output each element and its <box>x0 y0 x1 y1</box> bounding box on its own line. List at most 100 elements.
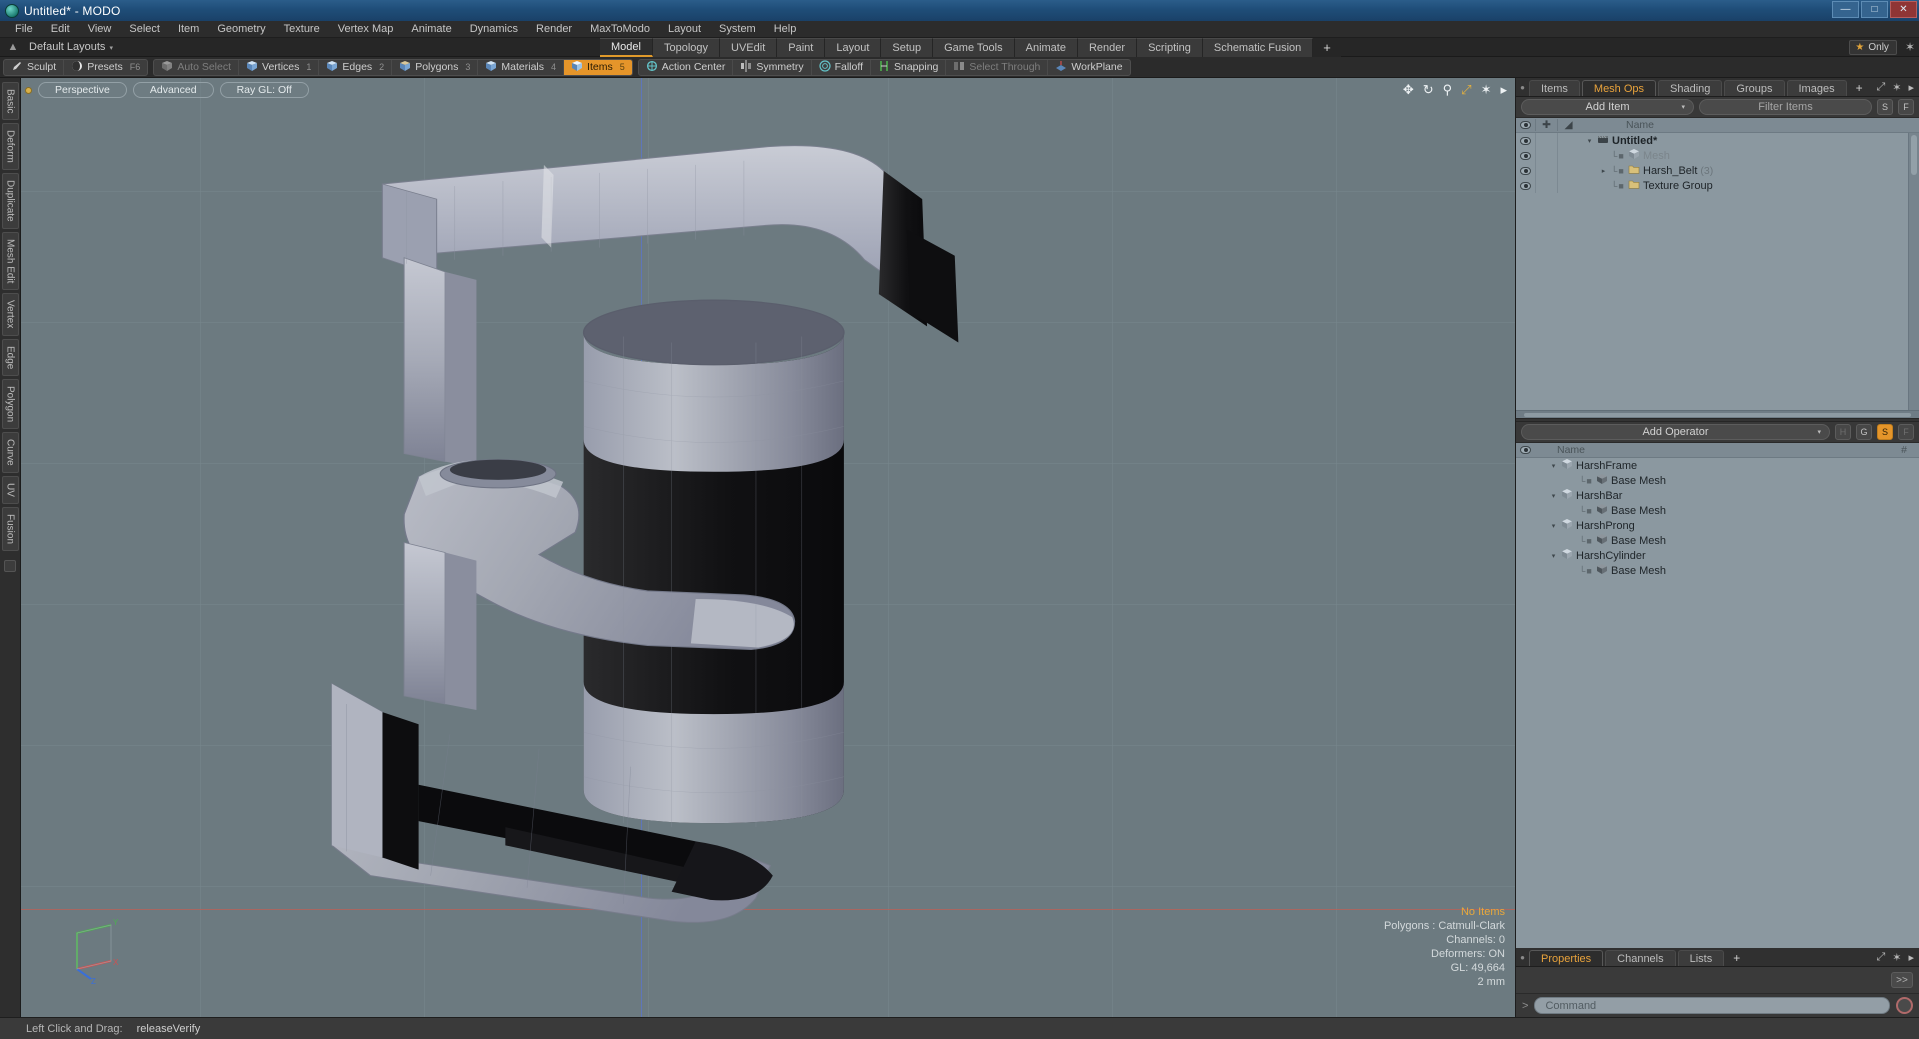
3d-viewport[interactable]: Perspective Advanced Ray GL: Off ✥ ↻ ⚲ ⤢… <box>21 78 1515 1017</box>
minimize-button[interactable]: — <box>1832 1 1859 18</box>
layout-tab-model[interactable]: Model <box>600 37 653 57</box>
menu-item-animate[interactable]: Animate <box>402 21 460 38</box>
mode-button-materials[interactable]: Materials 4 <box>478 59 565 75</box>
row-twisty-icon[interactable]: ▾ <box>1549 522 1558 530</box>
mesh-ops-tree-row[interactable]: ▾ HarshBar <box>1516 488 1919 503</box>
fit-icon[interactable]: ⤢ <box>1461 83 1471 96</box>
chevron-right-icon[interactable]: ▸ <box>1908 81 1914 94</box>
menu-item-texture[interactable]: Texture <box>275 21 329 38</box>
mode-button-polygons[interactable]: Polygons 3 <box>392 59 479 75</box>
close-button[interactable]: ✕ <box>1890 1 1917 18</box>
chevron-right-icon[interactable]: ▸ <box>1500 83 1507 96</box>
rotate-icon[interactable]: ↻ <box>1423 83 1434 96</box>
row-visibility-toggle[interactable] <box>1516 166 1535 175</box>
layout-tab-uvedit[interactable]: UVEdit <box>720 37 778 57</box>
tool-tab-polygon[interactable]: Polygon <box>1 379 19 430</box>
raygl-toggle-button[interactable]: Ray GL: Off <box>219 82 309 98</box>
menu-item-help[interactable]: Help <box>765 21 806 38</box>
items-tree-row[interactable]: ▸ └■ Harsh_Belt (3) <box>1516 163 1919 178</box>
items-s-button[interactable]: S <box>1877 99 1893 115</box>
items-tree[interactable]: ✚ ◢ Name ▾ Untitled* └■ Mesh ▸ └■ Harsh_Belt (3… <box>1516 118 1919 418</box>
mode-button-action-center[interactable]: Action Center <box>639 59 734 75</box>
row-twisty-icon[interactable]: ▾ <box>1549 552 1558 560</box>
add-operator-dropdown[interactable]: Add Operator ▾ <box>1521 424 1830 440</box>
mode-button-auto-select[interactable]: Auto Select <box>154 59 240 75</box>
panel-tab-shading[interactable]: Shading <box>1658 80 1723 96</box>
mode-button-falloff[interactable]: Falloff <box>812 59 871 75</box>
panel-tab-channels[interactable]: Channels <box>1605 950 1676 966</box>
panel-tab-properties[interactable]: Properties <box>1529 950 1604 966</box>
filter-items-input[interactable]: Filter Items <box>1699 99 1872 115</box>
shading-mode-button[interactable]: Advanced <box>132 82 214 98</box>
menu-item-geometry[interactable]: Geometry <box>208 21 274 38</box>
mode-button-edges[interactable]: Edges 2 <box>319 59 393 75</box>
layout-tab-paint[interactable]: Paint <box>777 37 826 57</box>
visibility-icon[interactable] <box>1520 181 1531 190</box>
panel-tab-images[interactable]: Images <box>1786 80 1847 96</box>
gear-icon[interactable]: ✶ <box>1481 83 1492 96</box>
items-vertical-scrollbar[interactable] <box>1908 133 1919 418</box>
default-layouts-menu[interactable]: Default Layouts ▾ <box>29 41 113 53</box>
items-tree-row[interactable]: └■ Texture Group <box>1516 178 1919 193</box>
panel-tab-mesh-ops[interactable]: Mesh Ops <box>1581 80 1657 96</box>
menu-item-render[interactable]: Render <box>527 21 581 38</box>
menu-item-view[interactable]: View <box>79 21 121 38</box>
tool-tab-deform[interactable]: Deform <box>1 123 19 171</box>
menu-item-edit[interactable]: Edit <box>42 21 79 38</box>
home-icon[interactable]: ▲ <box>5 41 21 53</box>
menu-item-layout[interactable]: Layout <box>659 21 710 38</box>
items-f-button[interactable]: F <box>1898 99 1914 115</box>
add-item-dropdown[interactable]: Add Item ▾ <box>1521 99 1694 115</box>
tool-tab-basic[interactable]: Basic <box>1 82 19 121</box>
tool-tab-vertex[interactable]: Vertex <box>1 293 19 336</box>
menu-item-file[interactable]: File <box>6 21 42 38</box>
meshops-f-button[interactable]: F <box>1898 424 1914 440</box>
tool-tab-fusion[interactable]: Fusion <box>1 506 19 551</box>
panel-tab-items[interactable]: Items <box>1529 80 1580 96</box>
menu-item-item[interactable]: Item <box>169 21 208 38</box>
mode-button-vertices[interactable]: Vertices 1 <box>239 59 320 75</box>
tool-tab-uv[interactable]: UV <box>1 475 19 504</box>
items-tree-row[interactable]: ▾ Untitled* <box>1516 133 1919 148</box>
visibility-icon[interactable] <box>1520 136 1531 145</box>
menu-item-dynamics[interactable]: Dynamics <box>461 21 527 38</box>
zoom-icon[interactable]: ⚲ <box>1443 83 1453 96</box>
meshops-g-button[interactable]: G <box>1856 424 1872 440</box>
panel-tab-lists[interactable]: Lists <box>1677 950 1725 966</box>
meshops-s-button[interactable]: S <box>1877 424 1893 440</box>
properties-collapse-button[interactable]: >> <box>1891 972 1913 988</box>
view-mode-button[interactable]: Perspective <box>38 82 127 98</box>
layout-tab-layout[interactable]: Layout <box>825 37 882 57</box>
row-visibility-toggle[interactable] <box>1516 136 1535 145</box>
mesh-ops-tree-row[interactable]: ▾ HarshCylinder <box>1516 548 1919 563</box>
layout-tab-scripting[interactable]: Scripting <box>1137 37 1203 57</box>
command-input[interactable]: Command <box>1534 997 1890 1014</box>
add-items-tab-button[interactable]: + <box>1849 80 1870 96</box>
items-horizontal-scrollbar[interactable] <box>1516 410 1919 418</box>
move-icon[interactable]: ✥ <box>1403 83 1414 96</box>
row-twisty-icon[interactable]: ▸ <box>1599 167 1608 175</box>
expand-icon[interactable]: ⤢ <box>1876 81 1885 94</box>
menu-item-vertex-map[interactable]: Vertex Map <box>329 21 403 38</box>
visibility-icon[interactable] <box>1520 166 1531 175</box>
menu-item-system[interactable]: System <box>710 21 765 38</box>
chevron-right-icon[interactable]: ▸ <box>1908 951 1914 964</box>
mode-button-sculpt[interactable]: Sculpt <box>4 59 65 75</box>
row-visibility-toggle[interactable] <box>1516 151 1535 160</box>
meshops-h-button[interactable]: H <box>1835 424 1851 440</box>
menu-item-maxtomodo[interactable]: MaxToModo <box>581 21 659 38</box>
add-properties-tab-button[interactable]: + <box>1726 950 1747 966</box>
mode-button-symmetry[interactable]: Symmetry <box>733 59 812 75</box>
layout-tab-schematic-fusion[interactable]: Schematic Fusion <box>1202 37 1314 57</box>
items-tree-row[interactable]: └■ Mesh <box>1516 148 1919 163</box>
panel-tab-groups[interactable]: Groups <box>1724 80 1785 96</box>
only-toggle[interactable]: ★ Only <box>1849 39 1897 55</box>
mode-button-items[interactable]: Items 5 <box>564 59 632 75</box>
visibility-icon[interactable] <box>1520 151 1531 160</box>
gear-icon[interactable]: ✶ <box>1905 40 1915 54</box>
layout-tab-topology[interactable]: Topology <box>652 37 721 57</box>
gear-icon[interactable]: ✶ <box>1892 81 1901 94</box>
mesh-ops-tree-row[interactable]: ▾ HarshFrame <box>1516 458 1919 473</box>
mesh-ops-tree-row[interactable]: └■ Base Mesh <box>1516 533 1919 548</box>
layout-tab-game-tools[interactable]: Game Tools <box>933 37 1015 57</box>
